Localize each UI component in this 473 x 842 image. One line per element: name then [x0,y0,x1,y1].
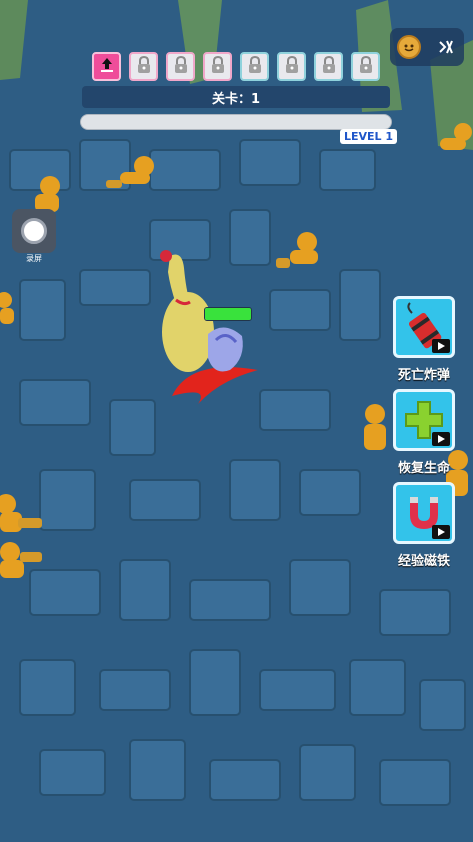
skill-slot[interactable] [277,52,306,81]
powerup-card-magnet[interactable] [393,482,455,544]
level-tag: LEVEL 1 [340,129,398,144]
powerup-card-bomb[interactable] [393,296,455,358]
skill-slot[interactable] [203,52,232,81]
upgrade-icon [98,56,116,78]
enemy-stickman [440,123,472,150]
lock-icon [321,55,337,78]
powerup-label-bomb: 死亡炸弹 [397,368,450,383]
enemy-stickman [0,542,42,578]
level-progress-bar [80,114,392,130]
enemy-stickman [35,176,60,212]
lock-icon [358,55,374,78]
skill-slot[interactable] [92,52,121,81]
skill-slot[interactable] [240,52,269,81]
video-ad-icon [432,339,450,353]
enemy-stickman [106,156,154,188]
player-health-bar [204,307,252,321]
game-stage[interactable]: 关卡：1 LEVEL 1 录屏 死亡炸弹 恢复生命 经验磁铁 [0,0,473,842]
skill-slot[interactable] [129,52,158,81]
lock-icon [247,55,263,78]
skill-slot[interactable] [351,52,380,81]
player-chicken [160,250,258,404]
powerup-card-heal[interactable] [393,389,455,451]
lock-icon [136,55,152,78]
no-ads-icon[interactable] [434,35,458,59]
skill-slot-bar [92,52,380,81]
enemy-stickman [0,292,14,324]
powerup-label-magnet: 经验磁铁 [397,554,450,569]
level-text: 关卡：1 [211,91,261,107]
coin-icon[interactable] [396,35,421,59]
record-label: 录屏 [26,254,42,263]
record-icon [21,218,47,244]
lock-icon [210,55,226,78]
lock-icon [173,55,189,78]
skill-slot[interactable] [166,52,195,81]
enemy-stickman [364,404,386,450]
record-screen-button[interactable] [12,209,56,253]
player-health-fill [205,308,251,320]
lock-icon [284,55,300,78]
skill-slot[interactable] [314,52,343,81]
enemy-stickman [0,494,42,532]
video-ad-icon [432,432,450,446]
level-banner: 关卡：1 [82,86,390,108]
powerup-label-heal: 恢复生命 [397,461,450,476]
video-ad-icon [432,525,450,539]
top-right-panel [390,28,464,66]
enemy-stickman [276,232,318,268]
